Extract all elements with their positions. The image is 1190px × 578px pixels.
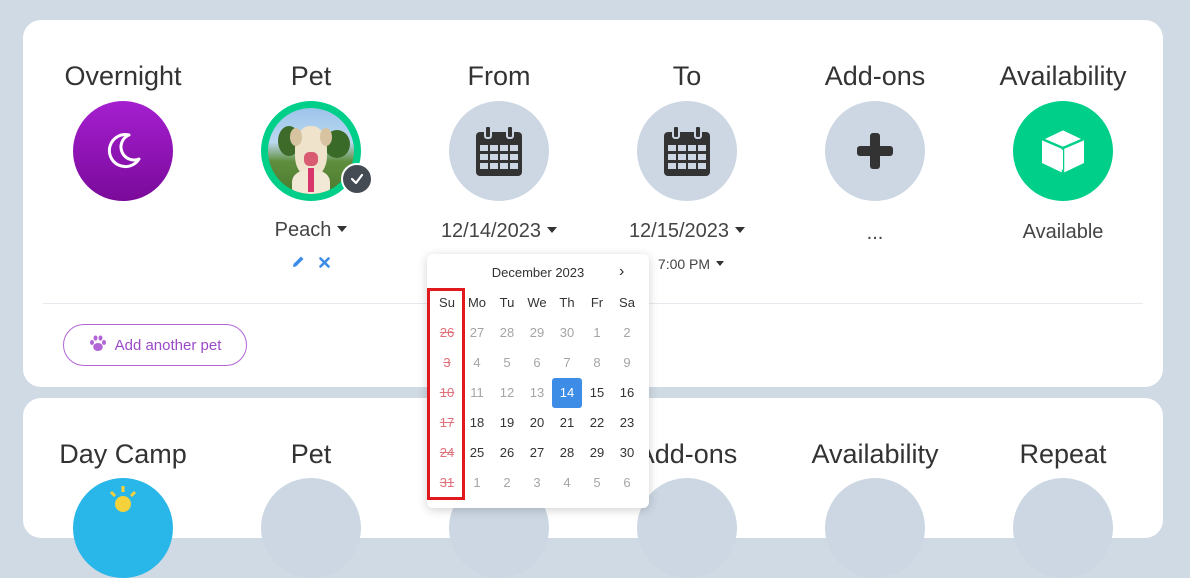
service-title: Day Camp [59, 439, 187, 469]
calendar-day: 6 [533, 355, 541, 370]
edit-icon[interactable] [292, 255, 305, 273]
weekday-header: Fr [590, 295, 604, 310]
sun-icon[interactable] [73, 478, 173, 578]
calendar-day: 30 [559, 325, 575, 340]
sunday-column-highlight [427, 288, 465, 500]
calendar-day: 5 [503, 355, 511, 370]
repeat-title: Repeat [1019, 439, 1107, 469]
weekday-header: Th [559, 295, 575, 310]
addons-value: ... [866, 222, 884, 244]
to-time: 7:00 PM [657, 256, 711, 272]
calendar-day: 2 [623, 325, 631, 340]
to-title: To [672, 61, 702, 91]
calendar-day[interactable]: 15 [582, 378, 612, 408]
calendar-day: 29 [529, 325, 545, 340]
paw-icon [89, 334, 107, 356]
plus-icon[interactable] [637, 478, 737, 578]
calendar-day: 13 [529, 385, 545, 400]
box-icon [1013, 101, 1113, 201]
repeat-icon[interactable] [1013, 478, 1113, 578]
calendar-day: 1 [473, 475, 481, 490]
calendar-day[interactable]: 28 [552, 438, 582, 468]
weekday-header: Sa [619, 295, 635, 310]
chevron-down-icon [735, 226, 746, 233]
calendar-day[interactable]: 25 [462, 438, 492, 468]
service-title: Overnight [64, 61, 182, 91]
box-icon [825, 478, 925, 578]
paw-icon[interactable] [261, 478, 361, 578]
from-title: From [467, 61, 531, 91]
calendar-day: 28 [499, 325, 515, 340]
calendar-day: 4 [563, 475, 571, 490]
pet-avatar[interactable] [261, 101, 373, 201]
pet-actions [211, 255, 411, 273]
add-another-pet-label: Add another pet [114, 336, 222, 354]
pet-title: Pet [290, 439, 332, 469]
availability-title: Availability [999, 61, 1127, 91]
calendar-day[interactable]: 22 [582, 408, 612, 438]
calendar-icon[interactable] [449, 101, 549, 201]
weekday-header: We [527, 295, 547, 310]
calendar-day[interactable]: 26 [492, 438, 522, 468]
calendar-day[interactable]: 29 [582, 438, 612, 468]
calendar-day: 2 [503, 475, 511, 490]
pet-name: Peach [274, 219, 332, 241]
calendar-day[interactable]: 18 [462, 408, 492, 438]
calendar-day: 9 [623, 355, 631, 370]
availability-status: Available [1022, 221, 1104, 243]
plus-icon[interactable] [825, 101, 925, 201]
add-another-pet-button[interactable]: Add another pet [63, 324, 247, 366]
calendar-icon[interactable] [637, 101, 737, 201]
check-badge-icon [341, 163, 373, 195]
calendar-month-label: December 2023 [491, 265, 585, 280]
calendar-day[interactable]: 21 [552, 408, 582, 438]
pet-selector[interactable]: Peach [211, 218, 411, 242]
remove-icon[interactable] [319, 255, 331, 273]
to-date-selector[interactable]: 12/15/2023 [587, 219, 787, 243]
calendar-day[interactable]: 20 [522, 408, 552, 438]
calendar-day[interactable]: 23 [612, 408, 642, 438]
calendar-day[interactable]: 14 [552, 378, 582, 408]
chevron-down-icon [716, 260, 725, 266]
calendar-day: 11 [470, 385, 484, 400]
weekday-header: Tu [499, 295, 515, 310]
calendar-day: 3 [533, 475, 541, 490]
moon-icon[interactable] [73, 101, 173, 201]
calendar-day[interactable]: 19 [492, 408, 522, 438]
to-date: 12/15/2023 [628, 220, 730, 242]
calendar-day: 7 [563, 355, 571, 370]
calendar-day: 4 [473, 355, 481, 370]
calendar-day[interactable]: 30 [612, 438, 642, 468]
from-date: 12/14/2023 [440, 220, 542, 242]
calendar-day: 27 [469, 325, 485, 340]
chevron-down-icon [547, 226, 558, 233]
weekday-header: Mo [467, 295, 487, 310]
availability-title: Availability [811, 439, 939, 469]
calendar-day: 8 [593, 355, 601, 370]
pet-title: Pet [290, 61, 332, 91]
calendar-day: 1 [593, 325, 601, 340]
next-month-icon[interactable]: › [619, 263, 624, 281]
calendar-day[interactable]: 27 [522, 438, 552, 468]
addons-title: Add-ons [824, 61, 926, 91]
calendar-day: 6 [623, 475, 631, 490]
chevron-down-icon [337, 225, 348, 232]
calendar-day[interactable]: 16 [612, 378, 642, 408]
from-date-selector[interactable]: 12/14/2023 [399, 219, 599, 243]
calendar-day: 5 [593, 475, 601, 490]
calendar-day: 12 [499, 385, 515, 400]
